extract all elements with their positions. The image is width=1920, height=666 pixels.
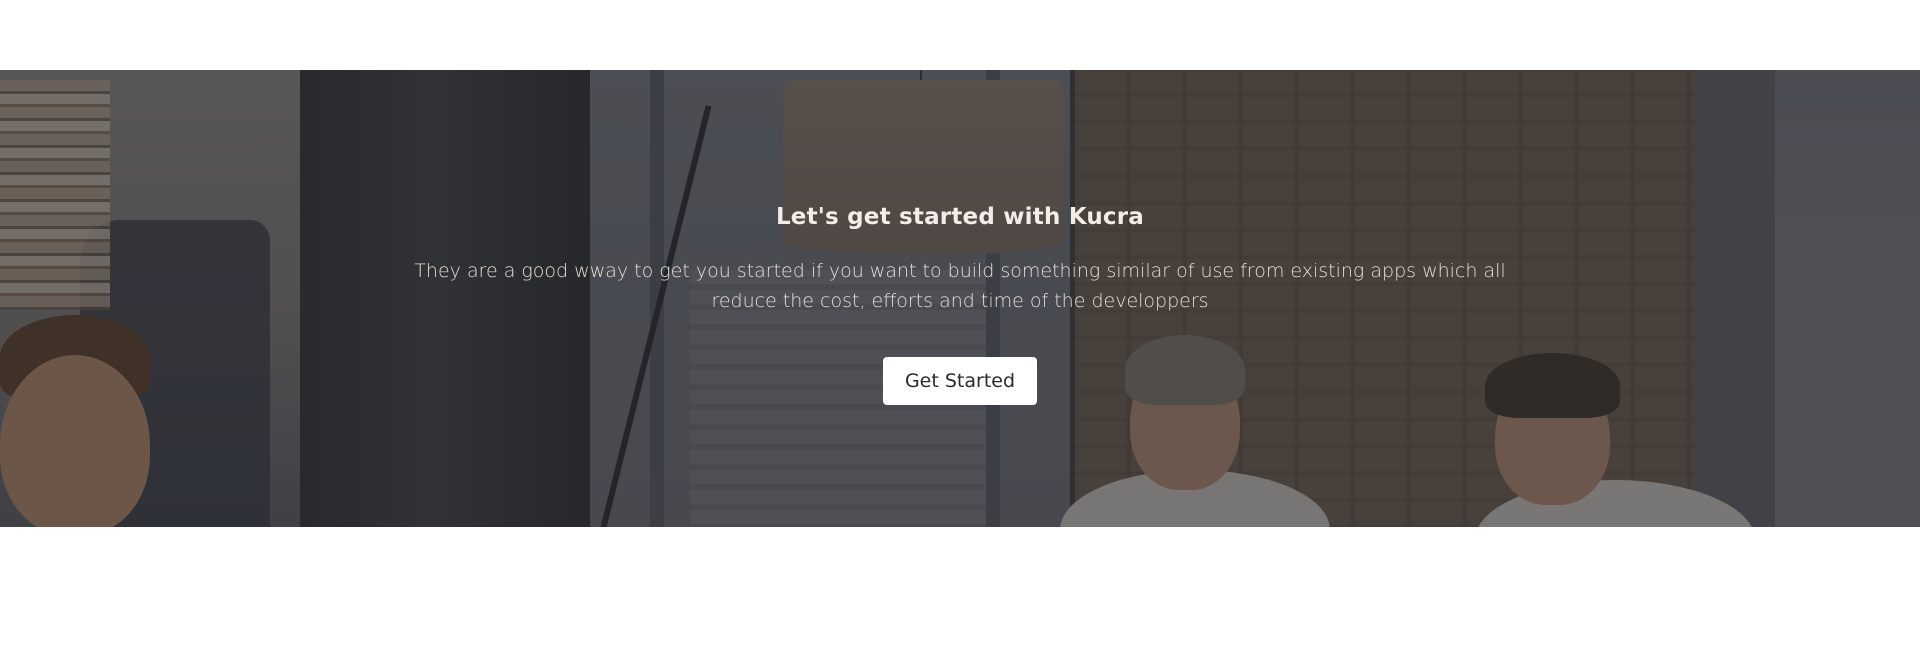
get-started-button[interactable]: Get Started: [883, 357, 1037, 405]
hero-content: Let's get started with Kucra They are a …: [0, 70, 1920, 527]
hero-banner: Let's get started with Kucra They are a …: [0, 70, 1920, 527]
hero-title: Let's get started with Kucra: [775, 204, 1145, 230]
page: Let's get started with Kucra They are a …: [0, 0, 1920, 666]
hero-description: They are a good wway to get you started …: [414, 260, 1506, 312]
